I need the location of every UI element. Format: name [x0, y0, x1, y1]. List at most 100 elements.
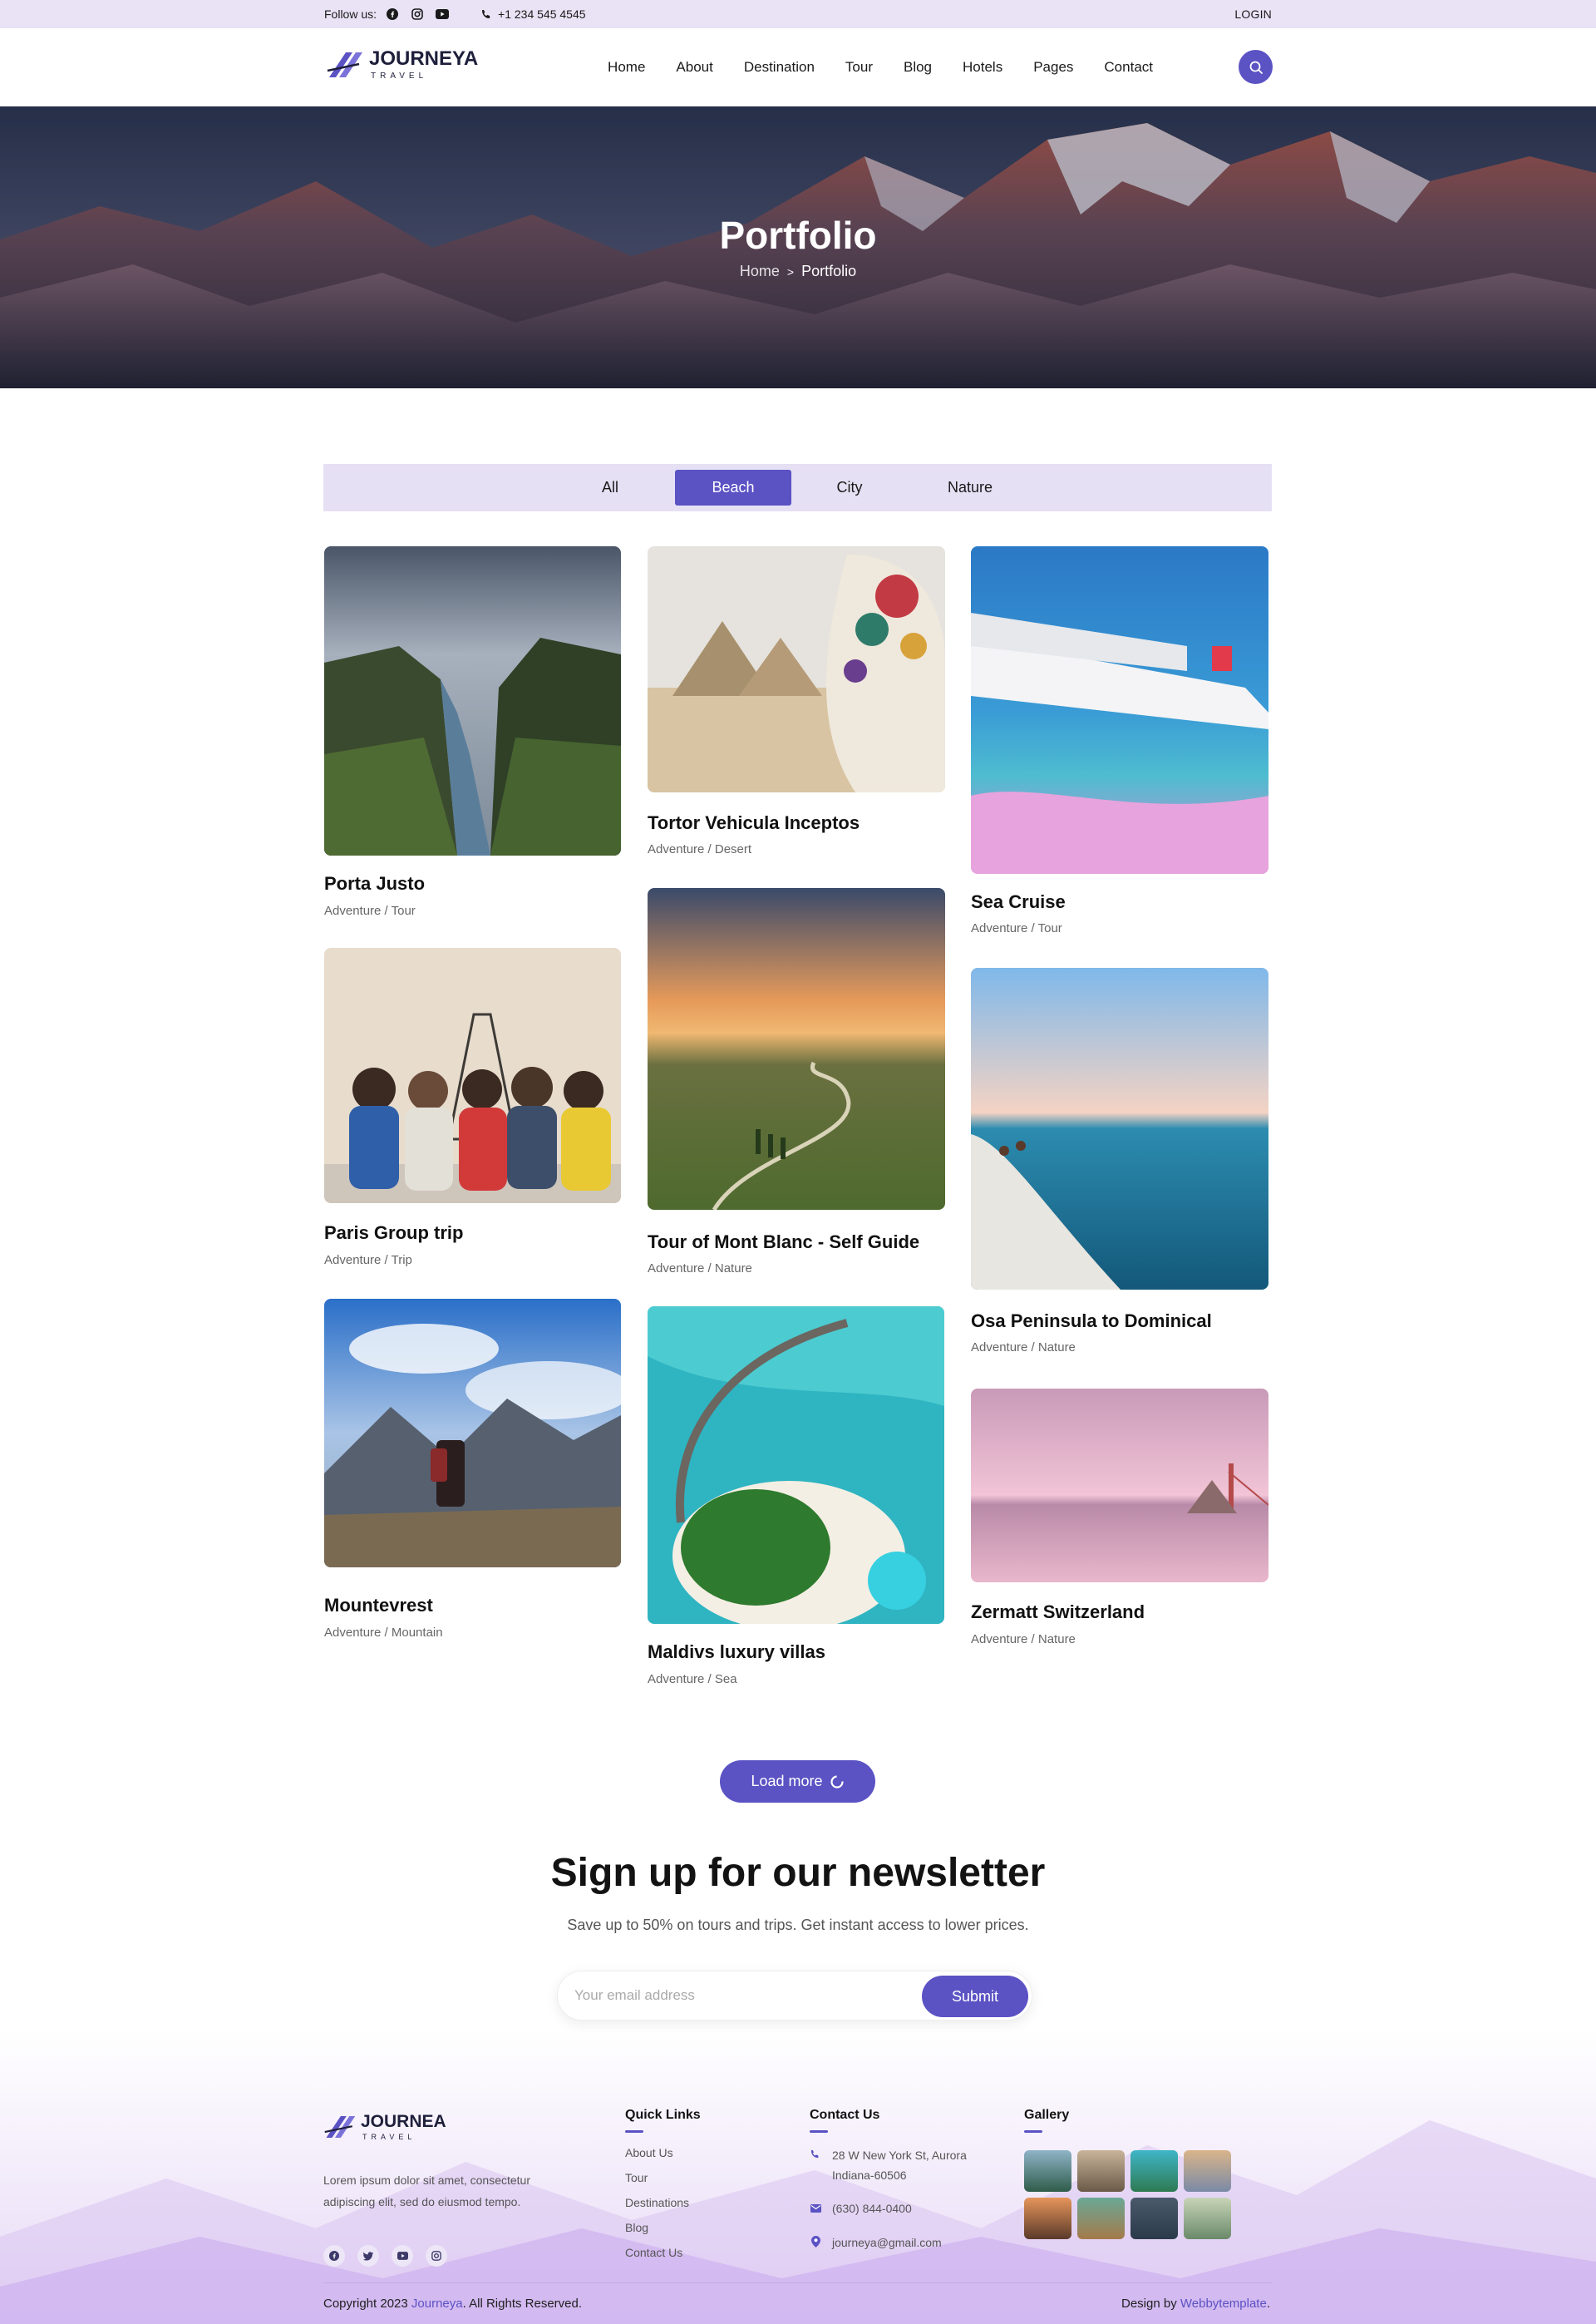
location-pin-icon [811, 2236, 820, 2248]
nav-hotels[interactable]: Hotels [963, 59, 1002, 76]
nav-destination[interactable]: Destination [744, 59, 815, 76]
breadcrumb-home[interactable]: Home [740, 263, 780, 279]
portfolio-card[interactable]: Tour of Mont Blanc - Self Guide Adventur… [648, 888, 945, 1283]
card-image [648, 888, 945, 1210]
card-title[interactable]: Osa Peninsula to Dominical [971, 1310, 1212, 1332]
nav-pages[interactable]: Pages [1033, 59, 1073, 76]
card-title[interactable]: Maldivs luxury villas [648, 1641, 825, 1663]
submit-button[interactable]: Submit [922, 1976, 1028, 2017]
breadcrumb: Home > Portfolio [0, 263, 1596, 280]
footer-brand-name: JOURNEA [361, 2112, 446, 2131]
contact-email[interactable]: journeya@gmail.com [832, 2233, 942, 2252]
address-line-1: 28 W New York St, Aurora [832, 2149, 967, 2162]
copyright-brand-link[interactable]: Journeya [411, 2297, 463, 2311]
footer-link-about[interactable]: About Us [625, 2146, 673, 2159]
youtube-icon[interactable] [435, 7, 450, 22]
card-image [971, 968, 1268, 1290]
card-title[interactable]: Paris Group trip [324, 1222, 463, 1244]
load-more-button[interactable]: Load more [720, 1760, 875, 1803]
main-navbar: JOURNEYA TRAVEL Home About Destination T… [0, 28, 1596, 106]
spinner-icon [830, 1774, 844, 1789]
footer-link-blog[interactable]: Blog [625, 2221, 648, 2234]
card-title[interactable]: Zermatt Switzerland [971, 1601, 1145, 1623]
card-category: Adventure / Desert [648, 842, 752, 856]
footer-link-destinations[interactable]: Destinations [625, 2196, 689, 2209]
gallery-thumbnail[interactable] [1130, 2198, 1178, 2239]
footer-background [0, 2029, 1596, 2324]
facebook-icon[interactable] [323, 2245, 345, 2267]
card-image [648, 1306, 944, 1624]
portfolio-card[interactable]: Zermatt Switzerland Adventure / Nature [971, 1389, 1268, 1655]
email-input[interactable] [574, 1971, 890, 2020]
nav-tour[interactable]: Tour [845, 59, 873, 76]
page-title: Portfolio [719, 214, 877, 257]
search-button[interactable] [1239, 50, 1273, 84]
instagram-icon[interactable] [426, 2245, 447, 2267]
newsletter-title: Sign up for our newsletter [550, 1851, 1046, 1895]
twitter-icon[interactable] [357, 2245, 379, 2267]
logo-mark-icon [324, 2115, 356, 2139]
card-category: Adventure / Mountain [324, 1626, 443, 1640]
card-title[interactable]: Mountevrest [324, 1595, 433, 1616]
portfolio-card[interactable]: Sea Cruise Adventure / Tour [971, 546, 1268, 941]
filter-tab-nature[interactable]: Nature [920, 470, 1020, 506]
footer-description: Lorem ipsum dolor sit amet, consectetur … [323, 2174, 530, 2208]
design-credit-link[interactable]: Webbytemplate [1180, 2297, 1267, 2311]
card-title[interactable]: Sea Cruise [971, 891, 1066, 913]
youtube-icon[interactable] [392, 2245, 413, 2267]
portfolio-card[interactable]: Tortor Vehicula Inceptos Adventure / Des… [648, 546, 945, 858]
portfolio-card[interactable]: Mountevrest Adventure / Mountain [324, 1299, 621, 1648]
gallery-thumbnail[interactable] [1184, 2150, 1231, 2192]
nav-home[interactable]: Home [608, 59, 645, 76]
site-logo[interactable]: JOURNEYA TRAVEL [326, 46, 478, 84]
gallery-thumbnail[interactable] [1184, 2198, 1231, 2239]
follow-label: Follow us: [324, 7, 377, 21]
copyright-prefix: Copyright 2023 [323, 2297, 411, 2311]
login-link[interactable]: LOGIN [1234, 7, 1272, 21]
facebook-icon[interactable] [385, 7, 400, 22]
contact-phone[interactable]: (630) 844-0400 [832, 2198, 912, 2218]
gallery-thumbnail[interactable] [1024, 2198, 1071, 2239]
card-title[interactable]: Porta Justo [324, 873, 425, 895]
nav-contact[interactable]: Contact [1104, 59, 1153, 76]
card-category: Adventure / Tour [324, 904, 416, 918]
filter-tab-beach[interactable]: Beach [675, 470, 791, 506]
brand-name: JOURNEYA [369, 47, 479, 70]
footer-link-tour[interactable]: Tour [625, 2171, 648, 2184]
card-category: Adventure / Trip [324, 1253, 412, 1267]
phone-contact[interactable]: +1 234 545 4545 [481, 7, 586, 21]
footer-link-contact[interactable]: Contact Us [625, 2246, 682, 2259]
nav-about[interactable]: About [676, 59, 712, 76]
copyright-suffix: . All Rights Reserved. [462, 2297, 583, 2311]
footer-logo[interactable]: JOURNEA TRAVEL [323, 2110, 446, 2144]
card-title[interactable]: Tortor Vehicula Inceptos [648, 812, 860, 834]
portfolio-card[interactable]: Paris Group trip Adventure / Trip [324, 948, 621, 1272]
card-category: Adventure / Nature [648, 1261, 752, 1275]
portfolio-filter-bar: All Beach City Nature [323, 464, 1272, 511]
instagram-icon[interactable] [410, 7, 425, 22]
gallery-thumbnail[interactable] [1024, 2150, 1071, 2192]
filter-tab-city[interactable]: City [804, 470, 895, 506]
footer-brand-tagline: TRAVEL [362, 2133, 416, 2141]
filter-tab-all[interactable]: All [564, 470, 656, 506]
gallery-thumbnail[interactable] [1077, 2198, 1125, 2239]
portfolio-card[interactable]: Osa Peninsula to Dominical Adventure / N… [971, 968, 1268, 1363]
title-underline [810, 2130, 828, 2133]
portfolio-card[interactable]: Maldivs luxury villas Adventure / Sea [648, 1306, 945, 1697]
title-underline [1024, 2130, 1042, 2133]
portfolio-card[interactable]: Porta Justo Adventure / Tour [324, 546, 621, 920]
design-prefix: Design by [1121, 2297, 1180, 2311]
card-category: Adventure / Nature [971, 1632, 1076, 1646]
contact-title: Contact Us [810, 2108, 880, 2122]
brand-tagline: TRAVEL [371, 72, 428, 81]
gallery-title: Gallery [1024, 2108, 1070, 2122]
card-title[interactable]: Tour of Mont Blanc - Self Guide [648, 1231, 919, 1253]
gallery-thumbnail[interactable] [1130, 2150, 1178, 2192]
newsletter-form: Submit [557, 1971, 1032, 2021]
nav-blog[interactable]: Blog [904, 59, 932, 76]
breadcrumb-separator: > [786, 265, 795, 279]
design-credit: Design by Webbytemplate. [1121, 2297, 1270, 2311]
card-image [971, 1389, 1268, 1582]
gallery-thumbnail[interactable] [1077, 2150, 1125, 2192]
nav-menu: Home About Destination Tour Blog Hotels … [577, 28, 1153, 106]
